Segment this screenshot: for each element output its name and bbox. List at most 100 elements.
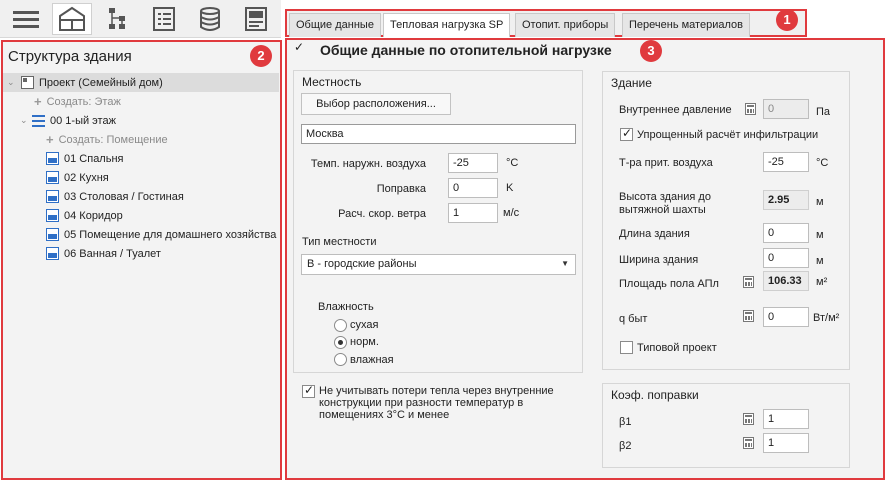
humidity-normal-radio[interactable] [334,336,347,349]
dropdown-arrow-icon: ▼ [561,259,569,268]
database-icon [200,7,220,31]
unit-label: °C [816,157,829,169]
unit-label: м/с [503,207,520,219]
simplified-infiltration-label: Упрощенный расчёт инфильтрации [637,129,819,141]
building-width-label: Ширина здания [619,254,699,266]
tab-general-data[interactable]: Общие данные [289,13,381,37]
building-structure-button[interactable] [52,3,92,35]
annotation-badge-1: 1 [776,9,798,31]
tree-item-room[interactable]: 02 Кухня [46,168,109,187]
tree-item-label: 00 1-ый этаж [50,114,116,127]
section-header: Общие данные по отопительной нагрузке [320,42,612,58]
plus-icon: + [34,94,42,109]
ignore-internal-loss-checkbox[interactable] [302,383,315,398]
building-width-field[interactable]: 0 [763,248,809,268]
tree-item-label: 01 Спальня [64,152,124,165]
calculator-icon[interactable] [743,437,754,449]
room-icon [46,152,59,165]
inner-pressure-field[interactable]: 0 [763,99,809,119]
calculator-icon[interactable] [743,276,754,288]
choose-location-button[interactable]: Выбор расположения... [301,93,451,115]
tab-materials-list[interactable]: Перечень материалов [622,13,750,37]
building-length-field[interactable]: 0 [763,223,809,243]
building-height-label: Высота здания до [619,191,711,203]
tab-heat-load-sp[interactable]: Тепловая нагрузка SP [383,13,511,37]
calculator-icon[interactable] [743,413,754,425]
tree-item-project[interactable]: ⌄ Проект (Семейный дом) [3,73,279,92]
building-length-label: Длина здания [619,228,690,240]
q-household-field[interactable]: 0 [763,307,809,327]
tree-item-room[interactable]: 01 Спальня [46,149,124,168]
database-button[interactable] [190,3,230,35]
settings-panel-button[interactable] [236,3,276,35]
calculator-icon[interactable] [743,310,754,322]
room-icon [46,190,59,203]
tree-item-label: 02 Кухня [64,171,109,184]
tab-heating-devices[interactable]: Отопит. приборы [515,13,616,37]
project-icon [21,76,34,89]
tree-item-label: Создать: Этаж [46,95,121,108]
tree-item-create-floor[interactable]: + Создать: Этаж [34,92,121,111]
chevron-down-icon[interactable]: ⌄ [20,115,32,126]
tree-item-create-room[interactable]: + Создать: Помещение [46,130,168,149]
radio-label: влажная [350,354,394,366]
outdoor-temp-field[interactable]: -25 [448,153,498,173]
room-icon [46,171,59,184]
beta2-field[interactable]: 1 [763,433,809,453]
humidity-wet-radio[interactable] [334,353,347,366]
tree-item-label: 03 Столовая / Гостиная [64,190,184,203]
q-household-label: q быт [619,313,648,325]
beta2-label: β2 [619,440,632,452]
panel-title: Структура здания [8,48,132,65]
wind-speed-label: Расч. скор. ветра [338,208,426,220]
tree-item-floor[interactable]: ⌄ 00 1-ый этаж [20,111,116,130]
wind-speed-field[interactable]: 1 [448,203,498,223]
tree-item-label: 05 Помещение для домашнего хозяйства [64,228,277,241]
beta1-label: β1 [619,416,632,428]
floor-area-field: 106.33 [763,271,809,291]
tree-item-label: 04 Коридор [64,209,123,222]
unit-label: °C [506,157,519,169]
room-icon [46,228,59,241]
tree-item-room[interactable]: 05 Помещение для домашнего хозяйства [46,225,279,244]
correction-field[interactable]: 0 [448,178,498,198]
radio-label: норм. [350,336,379,348]
unit-label: м [816,196,824,208]
header-checkmark-icon [293,40,306,56]
outdoor-temp-label: Темп. наружн. воздуха [310,158,426,170]
typical-project-checkbox[interactable] [620,341,633,354]
menu-button[interactable] [6,3,46,35]
tree-item-room[interactable]: 03 Столовая / Гостиная [46,187,184,206]
unit-label: Вт/м² [813,312,840,324]
list-report-icon [153,7,175,31]
network-tree-button[interactable] [98,3,138,35]
ignore-internal-loss-label: Не учитывать потери тепла через внутренн… [319,385,554,421]
tree-item-room[interactable]: 06 Ванная / Туалет [46,244,161,263]
calculator-icon[interactable] [745,103,756,115]
tree-item-room[interactable]: 04 Коридор [46,206,123,225]
correction-label: Поправка [376,183,426,195]
unit-label: Па [816,106,831,118]
toolbar [0,0,281,38]
beta1-field[interactable]: 1 [763,409,809,429]
tree-item-label: Создать: Помещение [58,133,168,146]
simplified-infiltration-checkbox[interactable] [620,126,633,141]
building-height-label-2: вытяжной шахты [619,204,706,216]
unit-label: м [816,229,824,241]
terrain-type-select[interactable]: B - городские районы ▼ [301,254,576,275]
floor-area-label: Площадь пола АПл [619,278,719,290]
terrain-type-label: Тип местности [302,236,377,248]
terrain-type-value: B - городские районы [307,258,417,270]
supply-air-temp-label: Т-ра прит. воздуха [619,157,713,169]
city-field[interactable]: Москва [301,124,576,144]
list-report-button[interactable] [144,3,184,35]
humidity-label: Влажность [318,301,374,313]
annotation-badge-3: 3 [640,40,662,62]
unit-label: м [816,255,824,267]
room-icon [46,209,59,222]
chevron-down-icon[interactable]: ⌄ [7,77,19,88]
unit-label: м² [816,276,828,288]
annotation-badge-2: 2 [250,45,272,67]
humidity-dry-radio[interactable] [334,319,347,332]
supply-air-temp-field[interactable]: -25 [763,152,809,172]
